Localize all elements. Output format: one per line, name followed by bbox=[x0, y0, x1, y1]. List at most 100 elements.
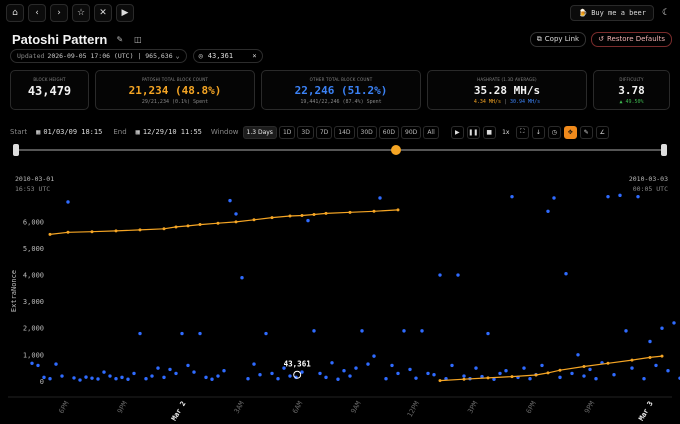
start-date-input[interactable]: ▦ 01/03/09 18:15 bbox=[33, 125, 105, 139]
hashrate-other: 30.94 MH/s bbox=[510, 99, 541, 105]
other-block-point bbox=[150, 374, 154, 378]
stat-value: 21,234 (48.8%) bbox=[128, 84, 222, 97]
hashrate-separator: | bbox=[500, 99, 510, 105]
top-nav: ⌂ ‹ › ☆ ✕ ▶ 🍺 Buy me a beer ☾ bbox=[0, 0, 680, 26]
restore-defaults-button[interactable]: ↺ Restore Defaults bbox=[591, 31, 672, 47]
other-block-point bbox=[366, 362, 370, 366]
stop-icon[interactable]: ■ bbox=[482, 125, 496, 139]
other-block-point bbox=[48, 377, 52, 381]
fullscreen-icon[interactable]: ⛶ bbox=[515, 125, 529, 139]
moon-icon[interactable]: ☾ bbox=[658, 5, 674, 21]
slider-start-handle[interactable] bbox=[13, 144, 19, 156]
other-block-point bbox=[168, 367, 172, 372]
patoshi-block-point bbox=[216, 221, 220, 225]
updated-value: 2026-09-05 17:06 (UTC) | 965,636 bbox=[47, 51, 173, 60]
stat-sub: 29/21,234 (0.1%) Spent bbox=[141, 99, 209, 105]
other-block-point bbox=[636, 194, 640, 199]
patoshi-block-point bbox=[648, 355, 652, 359]
stat-difficulty: DIFFICULTY 3.78 ▲ 49.50% bbox=[593, 70, 670, 110]
clear-icon[interactable]: × bbox=[252, 52, 256, 60]
other-block-point bbox=[672, 321, 676, 325]
window-option[interactable]: 1D bbox=[278, 125, 296, 139]
angle-icon[interactable]: ∠ bbox=[595, 125, 609, 139]
star-icon[interactable]: ☆ bbox=[72, 4, 90, 22]
stat-value: 43,479 bbox=[27, 84, 72, 98]
stat-patoshi-count: PATOSHI TOTAL BLOCK COUNT 21,234 (48.8%)… bbox=[95, 70, 255, 110]
window-option[interactable]: 7D bbox=[315, 125, 333, 139]
move-icon[interactable]: ✥ bbox=[563, 125, 577, 139]
other-block-point bbox=[96, 377, 100, 381]
range-slider[interactable] bbox=[10, 143, 670, 157]
y-tick-label: 5,000 bbox=[23, 245, 44, 253]
pause-icon[interactable]: ❚❚ bbox=[466, 125, 480, 139]
youtube-icon[interactable]: ▶ bbox=[116, 4, 134, 22]
other-block-point bbox=[120, 375, 124, 380]
download-icon[interactable]: ↓ bbox=[531, 125, 545, 139]
stat-label: HASHRATE (1.3D AVERAGE) bbox=[477, 77, 537, 82]
panel-icon[interactable]: ◫ bbox=[132, 34, 143, 45]
reset-icon: ↺ bbox=[598, 35, 604, 43]
other-block-point bbox=[570, 371, 574, 376]
other-block-point bbox=[624, 329, 628, 333]
stat-block-height: BLOCK HEIGHT 43,479 bbox=[10, 70, 89, 110]
chevron-right-icon[interactable]: › bbox=[50, 4, 68, 22]
end-date-input[interactable]: ▦ 12/29/10 11:55 bbox=[133, 125, 205, 139]
copy-link-button[interactable]: ⧉ Copy Link bbox=[529, 31, 587, 47]
other-block-point bbox=[54, 362, 58, 366]
other-block-point bbox=[378, 196, 382, 200]
brush-icon[interactable]: ✎ bbox=[579, 125, 593, 139]
highlight-label: 43,361 bbox=[284, 360, 312, 369]
other-block-point bbox=[402, 329, 406, 333]
x-tick-label: 12PM bbox=[406, 400, 421, 419]
other-block-point bbox=[60, 374, 64, 378]
other-block-point bbox=[612, 373, 616, 377]
patoshi-block-point bbox=[270, 216, 274, 220]
window-option[interactable]: All bbox=[423, 125, 439, 139]
patoshi-block-point bbox=[606, 361, 610, 365]
patoshi-block-point bbox=[486, 376, 490, 380]
buy-beer-button[interactable]: 🍺 Buy me a beer bbox=[570, 5, 654, 21]
other-block-point bbox=[558, 375, 562, 380]
x-tick-label: 6PM bbox=[57, 400, 70, 415]
window-option[interactable]: 1.3 Days bbox=[242, 125, 277, 139]
window-option[interactable]: 30D bbox=[356, 125, 377, 139]
chart-start-time: 16:53 UTC bbox=[15, 185, 51, 193]
patoshi-block-point bbox=[438, 379, 442, 383]
slider-track bbox=[18, 149, 662, 151]
x-logo-icon[interactable]: ✕ bbox=[94, 4, 112, 22]
y-tick-label: 0 bbox=[40, 378, 44, 386]
edit-icon[interactable]: ✎ bbox=[114, 34, 125, 45]
patoshi-block-point bbox=[234, 220, 238, 224]
other-block-point bbox=[324, 375, 328, 380]
x-tick-label: 3PM bbox=[466, 400, 479, 415]
speed-value[interactable]: 1x bbox=[499, 129, 513, 136]
slider-end-handle[interactable] bbox=[661, 144, 667, 156]
window-option[interactable]: 90D bbox=[401, 125, 422, 139]
window-option[interactable]: 3D bbox=[297, 125, 314, 139]
extranonce-scatter-chart[interactable]: 0 1,000 2,000 3,000 4,000 5,000 6,000 ExtraNonc… bbox=[0, 170, 680, 424]
patoshi-block-point bbox=[186, 224, 190, 228]
other-block-point bbox=[186, 363, 190, 368]
patoshi-block-point bbox=[66, 230, 70, 234]
window-option[interactable]: 60D bbox=[378, 125, 400, 139]
patoshi-line bbox=[49, 209, 399, 235]
stat-value: 35.28 MH/s bbox=[473, 84, 541, 97]
slider-position-knob[interactable] bbox=[391, 145, 401, 155]
chevron-left-icon[interactable]: ‹ bbox=[28, 4, 46, 22]
other-block-point bbox=[144, 377, 148, 381]
window-option[interactable]: 14D bbox=[334, 125, 355, 139]
other-block-point bbox=[666, 369, 670, 373]
stat-label: DIFFICULTY bbox=[619, 77, 644, 82]
patoshi-block-point bbox=[162, 227, 166, 231]
patoshi-block-point bbox=[90, 230, 94, 234]
other-block-point bbox=[66, 200, 70, 204]
other-block-point bbox=[216, 374, 220, 378]
updated-select[interactable]: Updated 2026-09-05 17:06 (UTC) | 965,636… bbox=[10, 48, 187, 63]
patoshi-block-point bbox=[630, 358, 634, 362]
clock-icon[interactable]: ◷ bbox=[547, 125, 561, 139]
block-search-input[interactable]: ◎ 43,361 × bbox=[192, 48, 263, 63]
window-label: Window bbox=[210, 128, 239, 136]
other-block-point bbox=[240, 276, 244, 280]
home-icon[interactable]: ⌂ bbox=[6, 4, 24, 22]
play-icon[interactable]: ▶ bbox=[450, 125, 464, 139]
